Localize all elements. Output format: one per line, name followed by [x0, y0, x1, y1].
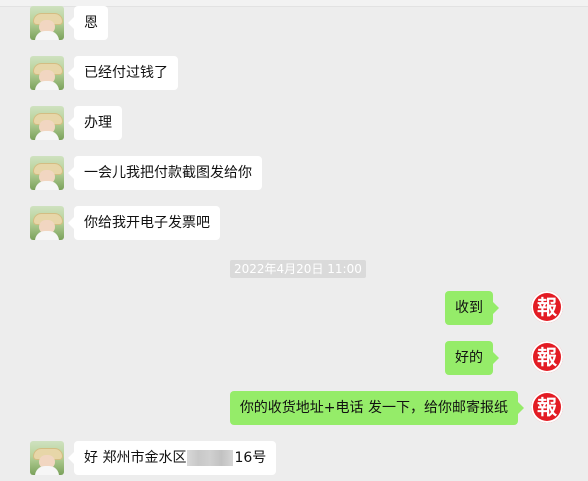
message-row-right: 收到 報: [0, 291, 588, 331]
message-text: 办理: [84, 115, 112, 131]
message-row-right: 你的收货地址+电话 发一下，给你邮寄报纸 報: [0, 391, 588, 431]
self-avatar-seal-icon[interactable]: 報: [531, 291, 563, 323]
message-text: 你的收货地址+电话 发一下，给你邮寄报纸: [239, 400, 508, 416]
contact-avatar[interactable]: [30, 106, 64, 140]
message-bubble[interactable]: 你给我开电子发票吧: [68, 206, 220, 240]
message-bubble[interactable]: 收到: [445, 291, 499, 325]
self-avatar-seal-icon[interactable]: 報: [531, 391, 563, 423]
shirt-icon: [35, 231, 59, 240]
message-bubble[interactable]: 办理: [68, 106, 122, 140]
message-row-left: 办理: [0, 106, 588, 146]
contact-avatar[interactable]: [30, 206, 64, 240]
message-text: 恩: [84, 15, 98, 31]
message-text: 收到: [455, 300, 483, 316]
message-text: 你给我开电子发票吧: [84, 215, 210, 231]
message-bubble[interactable]: 好的: [445, 341, 499, 375]
contact-avatar[interactable]: [30, 156, 64, 190]
message-row-left: 好 郑州市金水区 16号: [0, 441, 588, 481]
message-row-left: 恩: [0, 6, 588, 46]
shirt-icon: [35, 31, 59, 40]
message-text-prefix: 好 郑州市金水区: [84, 450, 187, 466]
message-bubble[interactable]: 已经付过钱了: [68, 56, 178, 90]
message-row-right: 好的 報: [0, 341, 588, 381]
message-row-left: 你给我开电子发票吧: [0, 206, 588, 246]
shirt-icon: [35, 131, 59, 140]
contact-avatar[interactable]: [30, 441, 64, 475]
contact-avatar[interactable]: [30, 6, 64, 40]
shirt-icon: [35, 181, 59, 190]
message-text-suffix: 16号: [234, 450, 267, 466]
message-text: 好的: [455, 350, 483, 366]
shirt-icon: [35, 81, 59, 90]
message-bubble[interactable]: 一会儿我把付款截图发给你: [68, 156, 262, 190]
timestamp: 2022年4月20日 11:00: [230, 260, 366, 278]
self-avatar-seal-icon[interactable]: 報: [531, 341, 563, 373]
message-bubble[interactable]: 恩: [68, 6, 108, 40]
message-text: 一会儿我把付款截图发给你: [84, 165, 252, 181]
shirt-icon: [35, 466, 59, 475]
message-text: 已经付过钱了: [84, 65, 168, 81]
contact-avatar[interactable]: [30, 56, 64, 90]
message-row-left: 已经付过钱了: [0, 56, 588, 96]
message-bubble[interactable]: 你的收货地址+电话 发一下，给你邮寄报纸: [229, 391, 525, 425]
message-row-left: 一会儿我把付款截图发给你: [0, 156, 588, 196]
message-bubble[interactable]: 好 郑州市金水区 16号: [67, 441, 277, 475]
redacted-block: [187, 450, 234, 466]
